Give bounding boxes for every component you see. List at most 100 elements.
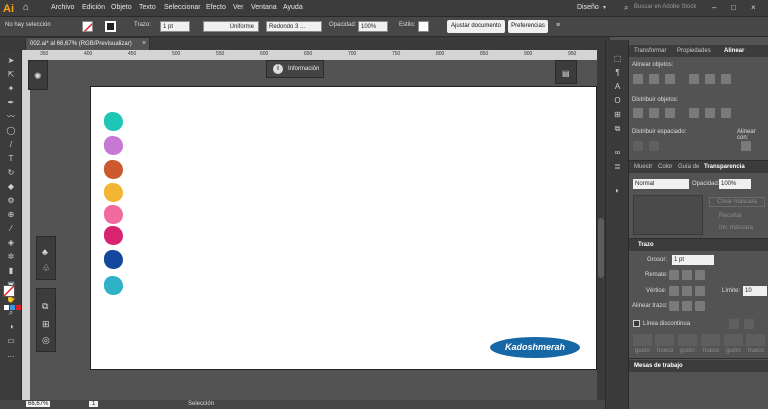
make-mask-button[interactable]: Crear máscara bbox=[709, 197, 765, 207]
document-tab[interactable]: 002.ai* al 66,67% (RGB/Previsualizar) × bbox=[25, 37, 150, 50]
distribute-right-icon[interactable] bbox=[721, 108, 731, 118]
artboards-panel-title[interactable]: Mesas de trabajo bbox=[634, 363, 683, 369]
rotate-tool-icon[interactable]: ↻ bbox=[5, 168, 17, 178]
menu-ayuda[interactable]: Ayuda bbox=[283, 4, 303, 11]
distribute-left-icon[interactable] bbox=[689, 108, 699, 118]
corner-bevel-icon[interactable] bbox=[695, 286, 705, 296]
cap-round-icon[interactable] bbox=[682, 270, 692, 280]
character-icon[interactable]: A bbox=[612, 82, 623, 91]
stroke-panel-title[interactable]: Trazo bbox=[638, 242, 654, 248]
tab-alinear[interactable]: Alinear bbox=[724, 48, 744, 54]
color-swatch-blob[interactable] bbox=[104, 112, 123, 131]
corner-miter-icon[interactable] bbox=[669, 286, 679, 296]
color-swatch-blob[interactable] bbox=[104, 183, 123, 202]
screen-mode-icon[interactable]: ▭ bbox=[5, 336, 17, 346]
distribute-vcenter-icon[interactable] bbox=[649, 108, 659, 118]
eyedropper-icon[interactable]: ⁄ bbox=[5, 224, 17, 234]
align-vcenter-icon[interactable] bbox=[705, 74, 715, 84]
tab-transformar[interactable]: Transformar bbox=[634, 48, 666, 54]
opentype-icon[interactable]: O bbox=[612, 96, 623, 105]
align-bottom-icon[interactable] bbox=[721, 74, 731, 84]
menu-archivo[interactable]: Archivo bbox=[51, 4, 74, 11]
scroll-thumb[interactable] bbox=[598, 218, 604, 278]
blend-mode-select[interactable]: Normal bbox=[633, 179, 689, 189]
stroke-weight-field[interactable]: 1 pt bbox=[160, 21, 190, 32]
width-tool-icon[interactable]: ⚙ bbox=[5, 196, 17, 206]
dash-align-icon[interactable] bbox=[744, 319, 754, 329]
workspace-switcher[interactable]: Diseño bbox=[577, 4, 599, 11]
stock-search-input[interactable]: Buscar en Adobe Stock bbox=[634, 4, 696, 10]
more-tools-icon[interactable]: … bbox=[5, 350, 17, 360]
menu-edicion[interactable]: Edición bbox=[82, 4, 105, 11]
distribute-hcenter-icon[interactable] bbox=[705, 108, 715, 118]
color-swatch-blob[interactable] bbox=[104, 160, 123, 179]
menu-seleccionar[interactable]: Seleccionar bbox=[164, 4, 201, 11]
stroke-center-icon[interactable] bbox=[669, 301, 679, 311]
selection-tool-icon[interactable]: ➤ bbox=[5, 56, 17, 66]
stroke-swatch[interactable] bbox=[105, 21, 116, 32]
close-icon[interactable]: × bbox=[751, 3, 756, 12]
gap-field[interactable] bbox=[746, 334, 765, 346]
style-swatch[interactable] bbox=[418, 21, 429, 32]
no-fill-icon[interactable] bbox=[16, 305, 21, 310]
opacity-field[interactable]: 100% bbox=[358, 21, 388, 32]
graph-tool-icon[interactable]: ▮ bbox=[5, 266, 17, 276]
color-swatch-blob[interactable] bbox=[104, 276, 123, 295]
minimize-icon[interactable]: – bbox=[712, 3, 716, 12]
fill-stroke-icon[interactable] bbox=[3, 285, 15, 297]
curvature-tool-icon[interactable]: 〰 bbox=[5, 112, 17, 122]
close-tab-icon[interactable]: × bbox=[142, 40, 146, 47]
distribute-bottom-icon[interactable] bbox=[665, 108, 675, 118]
limit-field[interactable]: 10 bbox=[743, 286, 767, 296]
zoom-level[interactable]: 66,67% bbox=[26, 401, 51, 407]
artboard[interactable] bbox=[90, 86, 597, 370]
vertical-scrollbar[interactable] bbox=[597, 50, 605, 400]
adjust-document-button[interactable]: Ajustar documento bbox=[447, 20, 505, 33]
menu-efecto[interactable]: Efecto bbox=[206, 4, 226, 11]
magic-wand-icon[interactable]: ✦ bbox=[5, 84, 17, 94]
blend-tool-icon[interactable]: ◈ bbox=[5, 238, 17, 248]
dash-field[interactable] bbox=[633, 334, 652, 346]
eraser-tool-icon[interactable]: ◆ bbox=[5, 182, 17, 192]
tab-guia[interactable]: Guía de bbox=[678, 164, 699, 170]
invert-mask-checkbox[interactable]: Inv. máscara bbox=[719, 225, 753, 231]
menu-objeto[interactable]: Objeto bbox=[111, 4, 132, 11]
align-left-icon[interactable] bbox=[633, 74, 643, 84]
symbol-sprayer-icon[interactable]: ✲ bbox=[5, 252, 17, 262]
dash-field[interactable] bbox=[724, 334, 743, 346]
home-icon[interactable]: ⌂ bbox=[23, 2, 29, 13]
tab-transparencia[interactable]: Transparencia bbox=[704, 164, 745, 170]
color-mode-icon[interactable] bbox=[4, 305, 9, 310]
clip-checkbox[interactable]: Recortar bbox=[719, 213, 742, 219]
dash-field[interactable] bbox=[678, 334, 697, 346]
type-tool-icon[interactable]: T bbox=[5, 154, 17, 164]
pathfinder-icon[interactable]: ⧉ bbox=[612, 124, 623, 133]
layers-icon[interactable]: ≣ bbox=[612, 162, 623, 171]
paragraph-icon[interactable]: ¶ bbox=[612, 68, 623, 77]
preferences-button[interactable]: Preferencias bbox=[508, 20, 548, 33]
stroke-outside-icon[interactable] bbox=[695, 301, 705, 311]
menu-ventana[interactable]: Ventana bbox=[251, 4, 277, 11]
links-icon[interactable]: ∞ bbox=[612, 148, 623, 157]
color-swatch-blob[interactable] bbox=[104, 205, 123, 224]
transparency-opacity-field[interactable]: 100% bbox=[719, 179, 751, 189]
properties-icon[interactable]: ⬚ bbox=[612, 54, 623, 63]
pencil-tool-icon[interactable]: / bbox=[5, 140, 17, 150]
dashed-line-checkbox[interactable] bbox=[633, 320, 640, 327]
cap-square-icon[interactable] bbox=[695, 270, 705, 280]
direct-selection-tool-icon[interactable]: ⇱ bbox=[5, 70, 17, 80]
cap-butt-icon[interactable] bbox=[669, 270, 679, 280]
transform-icon[interactable]: ⊞ bbox=[612, 110, 623, 119]
tab-color[interactable]: Color bbox=[658, 164, 672, 170]
color-swatch-blob[interactable] bbox=[104, 226, 123, 245]
ellipse-tool-icon[interactable]: ◯ bbox=[5, 126, 17, 136]
color-swatch-blob[interactable] bbox=[104, 250, 123, 269]
stroke-profile-select[interactable]: Uniforme bbox=[203, 21, 259, 32]
distribute-vspace-icon[interactable] bbox=[633, 141, 643, 151]
options-icon[interactable]: ≡ bbox=[556, 22, 560, 29]
fill-swatch[interactable] bbox=[82, 21, 93, 32]
tab-propiedades[interactable]: Propiedades bbox=[677, 48, 711, 54]
floating-panel-brush[interactable]: ✺ bbox=[28, 60, 48, 90]
gradient-mode-icon[interactable] bbox=[10, 305, 15, 310]
align-right-icon[interactable] bbox=[665, 74, 675, 84]
